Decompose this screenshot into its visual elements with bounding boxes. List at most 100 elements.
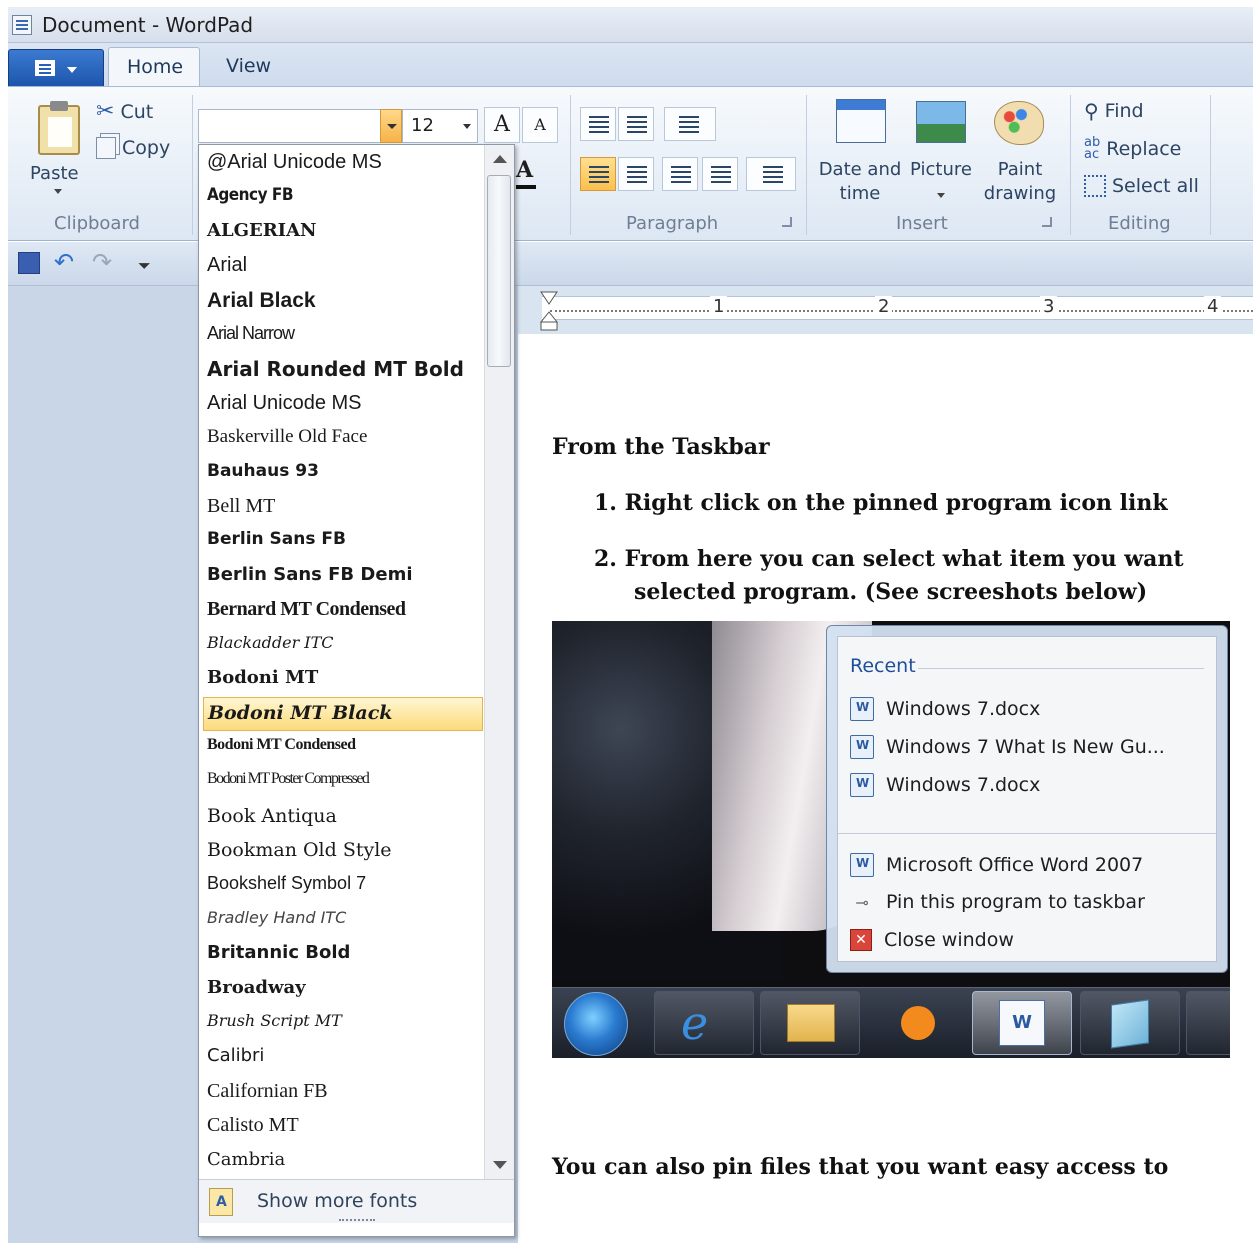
font-option[interactable]: Arial Black <box>203 285 483 319</box>
jump-list-close-item[interactable]: ✕ Close window <box>850 929 1014 951</box>
font-option[interactable]: Bradley Hand ITC <box>203 904 483 938</box>
date-and-time-button[interactable]: Date and time <box>816 97 904 207</box>
font-option[interactable]: Bodoni MT <box>203 663 483 697</box>
align-left-button[interactable] <box>580 157 616 191</box>
grow-font-icon: A <box>494 112 510 137</box>
font-option[interactable]: ALGERIAN <box>203 216 483 250</box>
dialog-launcher-icon[interactable] <box>782 217 792 227</box>
picture-label: Picture <box>910 159 972 180</box>
redo-icon[interactable]: ↷ <box>92 248 112 276</box>
ribbon-tab-strip: Home View <box>8 43 1253 87</box>
quick-access-toolbar: ↶ ↷ ⏷ <box>8 242 1253 286</box>
font-option[interactable]: Bodoni MT Black <box>203 697 483 732</box>
copy-button[interactable]: Copy <box>96 137 170 159</box>
replace-button[interactable]: ab ac Replace <box>1084 136 1181 161</box>
resize-grip[interactable] <box>339 1219 375 1221</box>
app-menu-icon <box>35 60 55 76</box>
font-option[interactable]: Arial Rounded MT Bold <box>203 353 483 387</box>
font-option[interactable]: Agency FB <box>203 181 483 215</box>
align-left-icon <box>589 166 609 168</box>
font-option[interactable]: Blackadder ITC <box>203 629 483 663</box>
font-option[interactable]: Californian FB <box>203 1076 483 1110</box>
font-option[interactable]: Bernard MT Condensed <box>203 594 483 628</box>
font-option[interactable]: Brush Script MT <box>203 1007 483 1041</box>
start-orb-icon[interactable] <box>564 992 628 1056</box>
show-more-fonts-button[interactable]: Show more fonts <box>199 1179 514 1223</box>
font-family-input[interactable] <box>198 109 394 143</box>
jump-list-item[interactable]: Windows 7 What Is New Gu... <box>850 735 1165 759</box>
group-divider <box>192 95 193 235</box>
ruler-band: 1 2 3 4 <box>542 296 1253 320</box>
text-color-button[interactable]: A <box>512 157 560 191</box>
font-option[interactable]: Bodoni MT Poster Compressed <box>203 766 483 800</box>
scroll-up-icon[interactable] <box>493 155 507 163</box>
font-option[interactable]: Berlin Sans FB <box>203 525 483 559</box>
font-option[interactable]: Britannic Bold <box>203 938 483 972</box>
bullets-button[interactable] <box>664 107 716 141</box>
media-player-taskbar-icon[interactable] <box>866 991 966 1055</box>
font-option[interactable]: Bell MT <box>203 491 483 525</box>
scroll-down-icon[interactable] <box>493 1161 507 1169</box>
internet-explorer-taskbar-icon[interactable]: e <box>654 991 754 1055</box>
font-option[interactable]: Bookshelf Symbol 7 <box>203 869 483 903</box>
font-option[interactable]: Bodoni MT Condensed <box>203 732 483 766</box>
paint-drawing-label: Paint <box>997 159 1043 180</box>
jump-list-pin-item[interactable]: ⊸ Pin this program to taskbar <box>850 891 1145 913</box>
undo-icon[interactable]: ↶ <box>54 248 74 276</box>
paint-drawing-button[interactable]: Paint drawing <box>978 97 1062 207</box>
font-option[interactable]: Baskerville Old Face <box>203 422 483 456</box>
ruler-mark: 2 <box>875 296 893 317</box>
font-option[interactable]: @Arial Unicode MS <box>203 147 483 181</box>
document-area[interactable]: From the Taskbar 1. Right click on the p… <box>518 334 1253 1243</box>
line-spacing-button[interactable] <box>746 157 796 191</box>
find-button[interactable]: ⚲ Find <box>1084 99 1144 123</box>
tab-home[interactable]: Home <box>108 47 200 87</box>
save-icon[interactable] <box>18 252 40 274</box>
picture-button[interactable]: Picture <box>908 97 974 207</box>
tab-view[interactable]: View <box>208 47 289 87</box>
font-list-scrollbar[interactable] <box>484 145 514 1179</box>
font-option[interactable]: Arial Narrow <box>203 319 483 353</box>
indent-marker-icon[interactable] <box>536 288 562 332</box>
font-option[interactable]: Broadway <box>203 973 483 1007</box>
font-option[interactable]: Calibri <box>203 1041 483 1075</box>
jump-list-app-item[interactable]: Microsoft Office Word 2007 <box>850 853 1143 877</box>
doc-step-2: 2. From here you can select what item yo… <box>594 546 1184 572</box>
font-option[interactable]: Arial <box>203 250 483 284</box>
doc-step-1: 1. Right click on the pinned program ico… <box>594 490 1168 516</box>
select-all-button[interactable]: Select all <box>1084 175 1199 197</box>
font-size-input[interactable]: 12 <box>402 109 478 143</box>
increase-indent-button[interactable] <box>618 107 654 141</box>
grow-font-button[interactable]: A <box>484 107 520 143</box>
customize-toolbar-icon[interactable]: ⏷ <box>138 256 151 276</box>
word-taskbar-icon[interactable]: W <box>972 991 1072 1055</box>
decrease-indent-button[interactable] <box>580 107 616 141</box>
font-option[interactable]: Calisto MT <box>203 1110 483 1144</box>
paste-button[interactable]: Paste <box>16 91 94 201</box>
dialog-launcher-icon[interactable] <box>1042 217 1052 227</box>
align-right-button[interactable] <box>662 157 698 191</box>
font-option[interactable]: Cambria <box>203 1145 483 1179</box>
calendar-clock-icon <box>836 99 886 143</box>
justify-button[interactable] <box>702 157 738 191</box>
font-option[interactable]: Berlin Sans FB Demi <box>203 560 483 594</box>
shrink-font-button[interactable]: A <box>522 107 558 143</box>
cut-button[interactable]: ✂ Cut <box>96 99 153 124</box>
jump-list-item[interactable]: Windows 7.docx <box>850 697 1040 721</box>
align-center-button[interactable] <box>618 157 654 191</box>
font-family-dropdown-button[interactable] <box>380 109 402 143</box>
paint-taskbar-icon[interactable] <box>1186 991 1230 1055</box>
notepad-taskbar-icon[interactable] <box>1080 991 1180 1055</box>
jump-list-item[interactable]: Windows 7.docx <box>850 773 1040 797</box>
scroll-thumb[interactable] <box>487 175 511 367</box>
explorer-taskbar-icon[interactable] <box>760 991 860 1055</box>
wordpad-app-icon <box>12 15 32 35</box>
divider <box>838 833 1216 834</box>
font-option[interactable]: Bauhaus 93 <box>203 457 483 491</box>
application-menu-button[interactable] <box>8 49 104 87</box>
font-option[interactable]: Bookman Old Style <box>203 835 483 869</box>
jump-list-pin-label: Pin this program to taskbar <box>886 891 1145 913</box>
font-option[interactable]: Book Antiqua <box>203 801 483 835</box>
word-app-icon <box>850 853 874 877</box>
font-option[interactable]: Arial Unicode MS <box>203 388 483 422</box>
